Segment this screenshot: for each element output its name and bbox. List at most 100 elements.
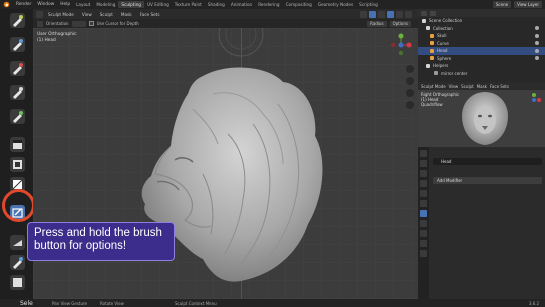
secondary-menu-face-sets[interactable]: Face Sets <box>490 84 509 89</box>
visibility-eye-icon[interactable] <box>535 48 539 53</box>
data-tab-icon[interactable] <box>420 240 427 247</box>
symmetry-x-icon[interactable] <box>360 10 367 18</box>
status-bar: Sele Pan View Gesture Rotate View Sculpt… <box>0 299 545 307</box>
outliner-row-sphere[interactable]: Sphere <box>418 55 545 63</box>
object-tab-icon[interactable] <box>420 200 427 207</box>
tool-fill[interactable] <box>10 255 25 270</box>
mesh-object-icon <box>430 33 434 38</box>
outliner-row-skull[interactable]: Skull <box>418 32 545 40</box>
outliner-display-mode-icon[interactable] <box>421 10 427 16</box>
menu-mask[interactable]: Mask <box>118 12 135 17</box>
material-shading-icon[interactable] <box>396 10 403 18</box>
add-modifier-button[interactable]: Add Modifier <box>433 177 542 184</box>
orientation-dropdown[interactable] <box>71 20 86 27</box>
blender-logo-icon[interactable] <box>3 1 10 8</box>
xray-icon[interactable] <box>378 10 385 18</box>
tool-scrape[interactable] <box>10 275 25 290</box>
constraints-tab-icon[interactable] <box>420 230 427 237</box>
tool-clay-strips[interactable] <box>10 85 25 100</box>
render-tab-icon[interactable] <box>420 160 427 167</box>
scene-selector[interactable]: Scene <box>492 1 512 8</box>
tab-uv-editing[interactable]: UV Editing <box>144 1 172 8</box>
menu-face-sets[interactable]: Face Sets <box>137 12 163 17</box>
perspective-toggle-icon[interactable] <box>406 101 414 109</box>
navigation-gizmo[interactable] <box>389 33 413 57</box>
tab-shading[interactable]: Shading <box>205 1 228 8</box>
outliner-filter-icon[interactable] <box>430 10 436 16</box>
tool-draw-sharp[interactable] <box>10 37 25 52</box>
menu-window[interactable]: Window <box>34 2 57 7</box>
tool-blob[interactable] <box>10 157 25 172</box>
top-menu-bar: Render Window Help Layout Modeling Sculp… <box>0 0 545 9</box>
secondary-viewport[interactable]: Sculpt Mode View Sculpt Mask Face Sets R… <box>418 82 545 147</box>
options-dropdown[interactable]: Options <box>389 20 411 27</box>
use-cursor-depth-checkbox[interactable] <box>88 21 94 26</box>
physics-tab-icon[interactable] <box>420 220 427 227</box>
tab-compositing[interactable]: Compositing <box>283 1 315 8</box>
tool-draw[interactable] <box>10 13 25 28</box>
visibility-eye-icon[interactable] <box>535 56 539 61</box>
tab-layout[interactable]: Layout <box>73 1 93 8</box>
tab-geometry-nodes[interactable]: Geometry Nodes <box>315 1 356 8</box>
tool-tab-icon[interactable] <box>420 150 427 157</box>
scrape-brush-icon <box>13 278 22 287</box>
brush-icon[interactable] <box>37 20 43 27</box>
outliner-row-collection[interactable]: Collection <box>418 25 545 33</box>
collection-icon <box>426 26 430 31</box>
outliner-row-mirror-center[interactable]: mirror center <box>418 70 545 78</box>
world-tab-icon[interactable] <box>420 190 427 197</box>
tab-scripting[interactable]: Scripting <box>356 1 381 8</box>
tab-animation[interactable]: Animation <box>228 1 255 8</box>
overlay-icon[interactable] <box>369 10 376 18</box>
scene-tab-icon[interactable] <box>420 180 427 187</box>
modifier-tab-icon[interactable] <box>420 210 427 217</box>
secondary-menu-sculpt[interactable]: Sculpt <box>461 84 474 89</box>
tool-clay[interactable] <box>10 61 25 76</box>
secondary-menu-view[interactable]: View <box>449 84 459 89</box>
visibility-eye-icon[interactable] <box>535 26 539 31</box>
projection-label: User Orthographic <box>37 32 77 37</box>
tool-layer[interactable] <box>10 109 25 124</box>
object-name-field[interactable]: Head <box>433 158 542 165</box>
secondary-mode-selector[interactable]: Sculpt Mode <box>421 84 446 89</box>
outliner-header <box>418 9 545 17</box>
rendered-shading-icon[interactable] <box>405 10 412 18</box>
menu-render[interactable]: Render <box>13 2 34 7</box>
outliner-row-curve[interactable]: Curve <box>418 40 545 48</box>
tool-flatten[interactable] <box>10 235 25 250</box>
tab-texture-paint[interactable]: Texture Paint <box>172 1 205 8</box>
status-rotate-view: Rotate View <box>100 300 124 306</box>
outliner-row-helpers[interactable]: Helpers <box>418 62 545 70</box>
object-label: (1) Head <box>37 38 56 43</box>
material-tab-icon[interactable] <box>420 250 427 257</box>
secondary-menu-mask[interactable]: Mask <box>477 84 487 89</box>
mesh-object-icon <box>430 56 434 61</box>
draw-brush-icon <box>13 15 23 27</box>
tab-modeling[interactable]: Modeling <box>93 1 118 8</box>
outliner-row-scene-collection[interactable]: Scene Collection <box>418 17 545 25</box>
zoom-icon[interactable] <box>406 65 414 73</box>
inflate-brush-icon <box>13 140 22 149</box>
editor-type-icon[interactable] <box>36 10 43 18</box>
pan-hand-icon[interactable] <box>406 77 414 85</box>
tab-sculpting[interactable]: Sculpting <box>118 1 144 8</box>
solid-shading-icon[interactable] <box>387 10 394 18</box>
visibility-eye-icon[interactable] <box>535 33 539 38</box>
mode-selector[interactable]: Sculpt Mode <box>45 12 77 17</box>
radius-field[interactable]: Radius <box>367 20 387 27</box>
view-layer-selector[interactable]: View Layer <box>514 1 542 8</box>
menu-help[interactable]: Help <box>57 2 73 7</box>
output-tab-icon[interactable] <box>420 170 427 177</box>
layer-brush-icon <box>13 111 23 123</box>
camera-view-icon[interactable] <box>406 89 414 97</box>
visibility-eye-icon[interactable] <box>535 41 539 46</box>
properties-search-row <box>433 150 542 158</box>
tutorial-callout: Press and hold the brush button for opti… <box>27 222 175 261</box>
orientation-label: Orientation <box>46 21 69 26</box>
outliner-row-head[interactable]: Head <box>418 47 545 55</box>
secondary-gizmo[interactable] <box>526 92 542 108</box>
tool-inflate[interactable] <box>10 137 25 152</box>
menu-view[interactable]: View <box>79 12 95 17</box>
tab-rendering[interactable]: Rendering <box>255 1 282 8</box>
menu-sculpt[interactable]: Sculpt <box>97 12 116 17</box>
